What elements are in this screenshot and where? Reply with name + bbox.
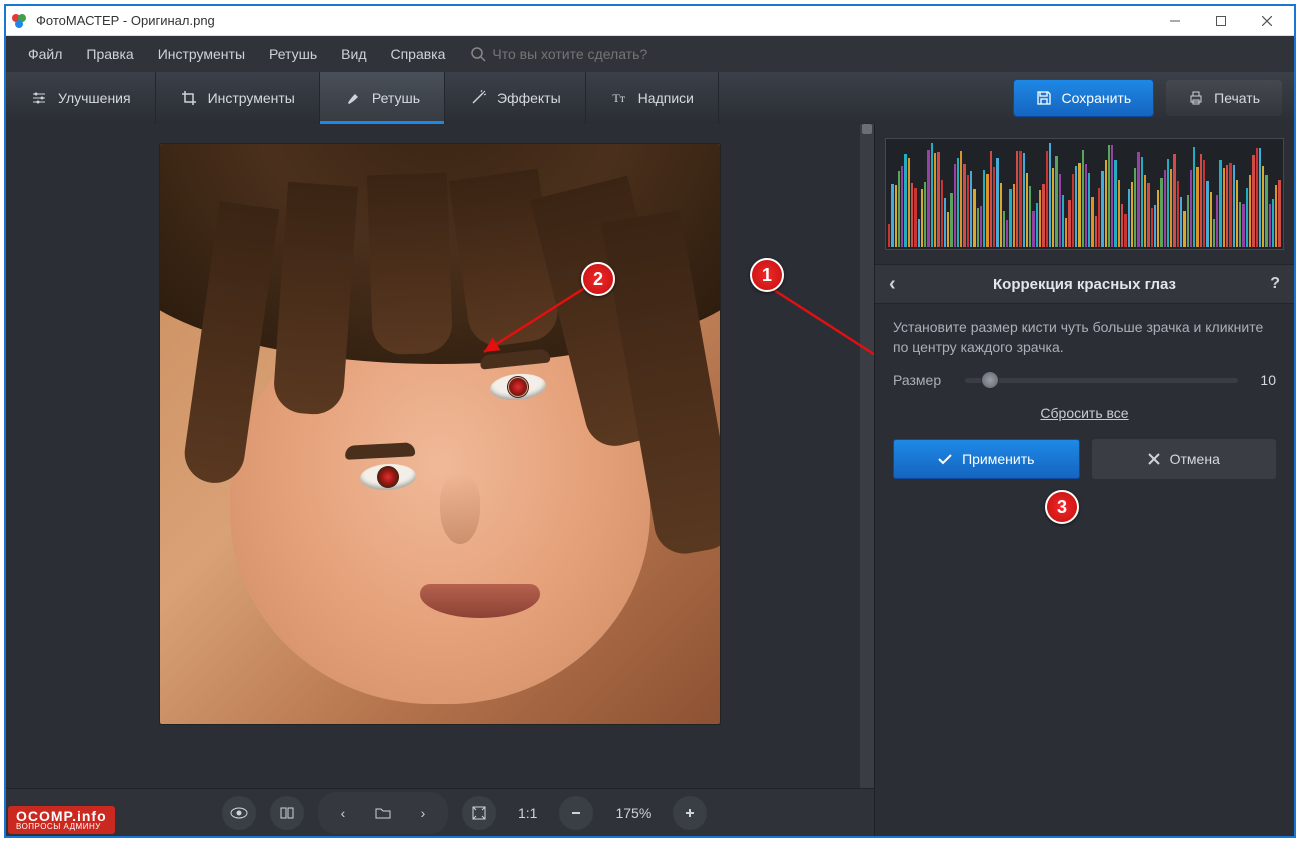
brush-icon [344,89,362,107]
panel-hint: Установите размер кисти чуть больше зрач… [893,318,1276,357]
tab-label: Надписи [638,90,694,106]
search-box [471,46,712,62]
print-button[interactable]: Печать [1166,80,1282,116]
minimize-button[interactable] [1152,6,1198,36]
save-button[interactable]: Сохранить [1013,79,1155,117]
reset-link[interactable]: Сбросить все [893,405,1276,421]
help-button[interactable]: ? [1270,275,1280,293]
brand-title: OCOMP.info [16,809,107,823]
toolbar: Улучшения Инструменты Ретушь Эффекты Tᴛ … [6,72,1294,124]
menu-tools[interactable]: Инструменты [148,40,255,68]
canvas-viewport[interactable]: 2 1 [6,124,874,788]
cancel-label: Отмена [1170,451,1220,467]
canvas-area: 2 1 OCOMP.info ВОПРОСЫ АДМИНУ ‹ › [6,124,874,836]
side-panel: ‹ Коррекция красных глаз ? Установите ра… [874,124,1294,836]
panel-body: Установите размер кисти чуть больше зрач… [875,304,1294,493]
apply-label: Применить [962,451,1034,467]
brand-badge: OCOMP.info ВОПРОСЫ АДМИНУ [8,806,115,834]
brand-subtitle: ВОПРОСЫ АДМИНУ [16,823,107,831]
tab-effects[interactable]: Эффекты [445,72,586,124]
save-icon [1036,90,1052,106]
histogram [885,138,1284,250]
search-input[interactable] [492,46,712,62]
sliders-icon [30,89,48,107]
next-file-button[interactable]: › [406,796,440,830]
vertical-scrollbar[interactable] [860,124,874,788]
menu-help[interactable]: Справка [380,40,455,68]
preview-toggle-icon[interactable] [222,796,256,830]
tab-text[interactable]: Tᴛ Надписи [586,72,719,124]
open-folder-button[interactable] [366,796,400,830]
crop-icon [180,89,198,107]
slider-thumb[interactable] [981,371,999,389]
zoom-ratio[interactable]: 1:1 [510,805,545,821]
tab-retouch[interactable]: Ретушь [320,72,445,124]
annotation-badge-3: 3 [1045,490,1079,524]
size-value: 10 [1250,372,1276,388]
compare-icon[interactable] [270,796,304,830]
print-label: Печать [1214,90,1260,106]
menu-edit[interactable]: Правка [76,40,143,68]
size-slider[interactable] [965,371,1238,389]
zoom-out-button[interactable] [559,796,593,830]
tab-label: Ретушь [372,90,420,106]
menu-retouch[interactable]: Ретушь [259,40,327,68]
menu-file[interactable]: Файл [18,40,72,68]
panel-title: Коррекция красных глаз [993,276,1176,293]
save-label: Сохранить [1062,90,1132,106]
statusbar: OCOMP.info ВОПРОСЫ АДМИНУ ‹ › 1:1 175% [6,788,874,836]
apply-button[interactable]: Применить [893,439,1080,479]
tab-label: Эффекты [497,90,561,106]
maximize-button[interactable] [1198,6,1244,36]
tab-tools[interactable]: Инструменты [156,72,320,124]
size-slider-row: Размер 10 [893,371,1276,389]
prev-file-button[interactable]: ‹ [326,796,360,830]
text-icon: Tᴛ [610,89,628,107]
back-button[interactable]: ‹ [889,273,896,296]
app-icon [10,12,28,30]
print-icon [1188,90,1204,106]
check-icon [938,453,952,465]
x-icon [1148,453,1160,465]
tab-label: Инструменты [208,90,295,106]
annotation-badge-1: 1 [750,258,784,292]
titlebar: ФотоМАСТЕР - Оригинал.png [6,6,1294,36]
content: 2 1 OCOMP.info ВОПРОСЫ АДМИНУ ‹ › [6,124,1294,836]
zoom-in-button[interactable] [673,796,707,830]
search-icon [471,47,486,62]
fit-screen-icon[interactable] [462,796,496,830]
tab-label: Улучшения [58,90,131,106]
cancel-button[interactable]: Отмена [1092,439,1277,479]
zoom-level: 175% [607,805,659,821]
close-button[interactable] [1244,6,1290,36]
menu-view[interactable]: Вид [331,40,376,68]
panel-header: ‹ Коррекция красных глаз ? [875,264,1294,304]
photo [160,144,720,724]
window-title: ФотоМАСТЕР - Оригинал.png [36,13,1152,28]
app-window: ФотоМАСТЕР - Оригинал.png Файл Правка Ин… [4,4,1296,838]
file-navigation: ‹ › [318,792,448,834]
wand-icon [469,89,487,107]
tab-improvements[interactable]: Улучшения [6,72,156,124]
menubar: Файл Правка Инструменты Ретушь Вид Справ… [6,36,1294,72]
size-label: Размер [893,372,953,388]
